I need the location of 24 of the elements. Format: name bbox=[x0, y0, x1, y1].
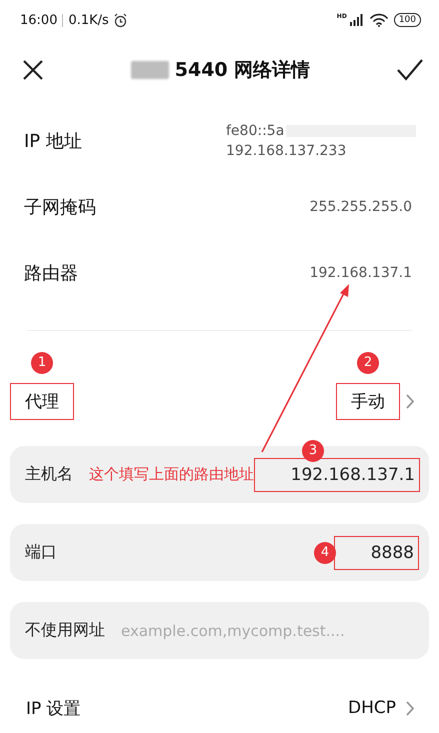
number-badge: 4 bbox=[314, 542, 336, 564]
ip-mode-selector[interactable]: DHCP bbox=[344, 692, 415, 724]
annotation-note: 这个填写上面的路由地址 bbox=[89, 465, 254, 484]
info-label: 子网掩码 bbox=[24, 196, 96, 219]
number-badge: 3 bbox=[302, 440, 324, 462]
number-badge: 2 bbox=[357, 352, 379, 374]
input-field[interactable]: 192.168.137.1 bbox=[254, 458, 420, 492]
number-badge: 1 bbox=[31, 352, 53, 374]
setting-label: IP 设置 bbox=[26, 698, 81, 720]
info-value: fe80::5a bbox=[226, 122, 284, 141]
info-label: IP 地址 bbox=[24, 130, 82, 153]
input-field[interactable]: 8888 bbox=[334, 536, 419, 570]
field-label: 不使用网址 bbox=[25, 620, 105, 641]
info-value: 192.168.137.1 bbox=[310, 264, 412, 283]
input-field[interactable]: example.com,mycomp.test.... bbox=[121, 622, 419, 640]
field-label: 主机名 bbox=[25, 464, 73, 485]
battery-level: 100 bbox=[394, 13, 421, 27]
field-label: 端口 bbox=[25, 542, 57, 563]
info-value: 255.255.255.0 bbox=[310, 198, 412, 217]
window-title: 5440 网络详情 bbox=[174, 58, 310, 83]
info-label: 路由器 bbox=[24, 262, 78, 285]
info-value: 192.168.137.233 bbox=[226, 142, 346, 161]
network-speed: 0.1K/s bbox=[68, 12, 109, 28]
clock-time: 16:00 bbox=[20, 12, 58, 28]
